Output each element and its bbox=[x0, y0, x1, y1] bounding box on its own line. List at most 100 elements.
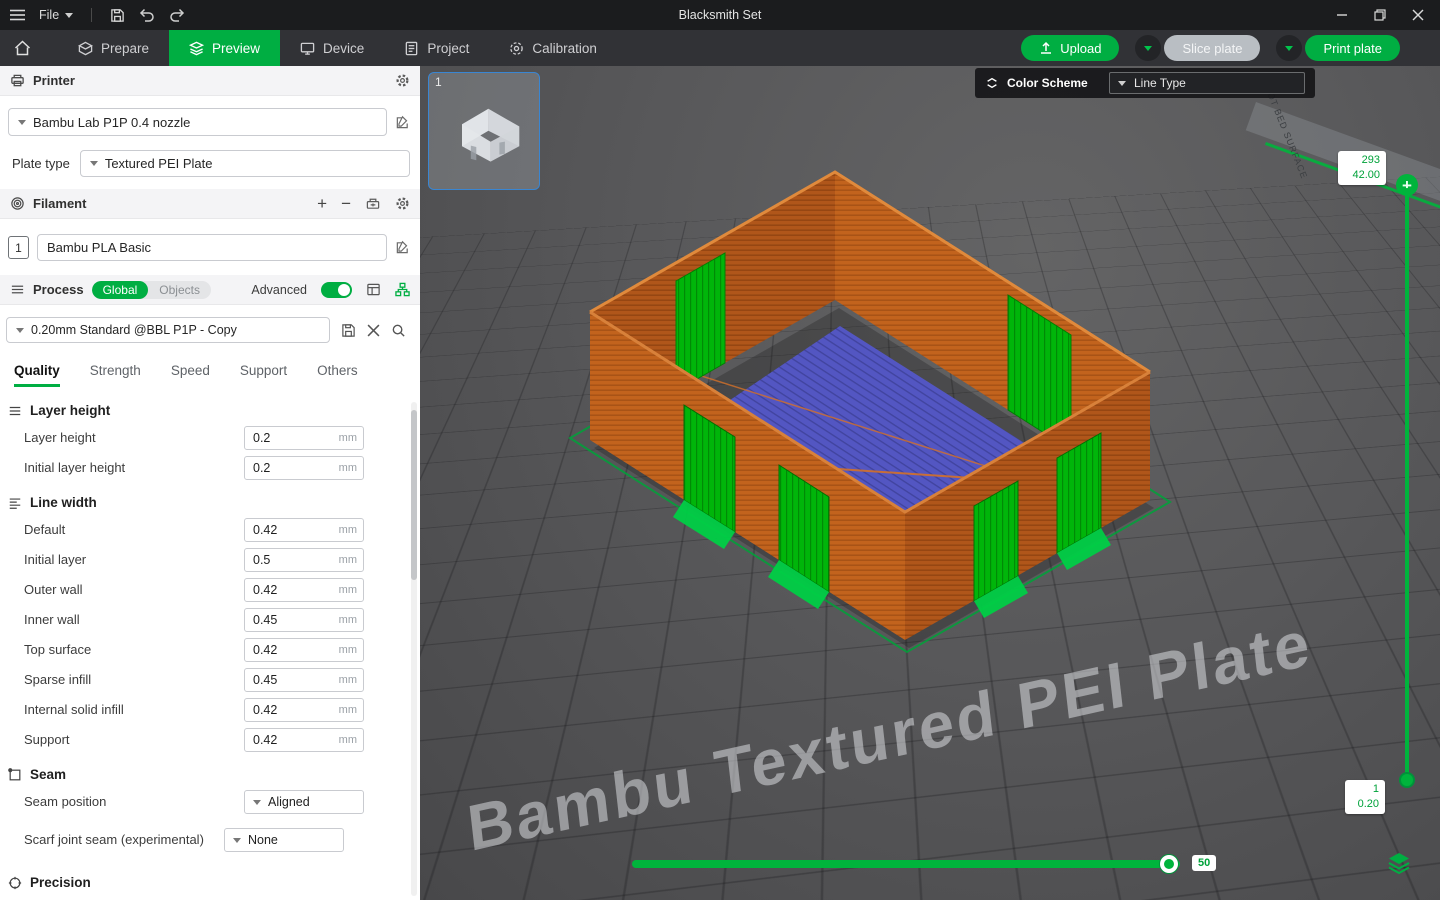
parameter-table-icon[interactable] bbox=[366, 282, 381, 297]
tab-project[interactable]: Project bbox=[384, 30, 489, 66]
upload-button[interactable]: Upload bbox=[1021, 35, 1120, 61]
hamburger-menu-icon[interactable] bbox=[10, 9, 25, 21]
delete-preset-icon[interactable] bbox=[367, 324, 380, 337]
step-slider-handle[interactable] bbox=[1160, 855, 1178, 873]
seam-position-select[interactable]: Aligned bbox=[244, 790, 364, 814]
save-icon[interactable] bbox=[110, 8, 125, 23]
default-line-width-input[interactable] bbox=[253, 523, 335, 537]
layers-view-button[interactable] bbox=[1384, 848, 1414, 878]
tab-others[interactable]: Others bbox=[317, 363, 358, 387]
filament-sync-icon[interactable] bbox=[365, 196, 381, 211]
model-blacksmith-set[interactable] bbox=[420, 66, 1440, 900]
current-layer-height: 0.20 bbox=[1357, 797, 1379, 810]
tab-preview[interactable]: Preview bbox=[169, 30, 281, 66]
close-button[interactable] bbox=[1412, 9, 1424, 21]
param-label: Initial layer bbox=[24, 551, 87, 567]
advanced-toggle[interactable] bbox=[321, 281, 352, 298]
advanced-label: Advanced bbox=[251, 282, 307, 297]
precision-icon bbox=[8, 876, 22, 889]
process-preset-select[interactable]: 0.20mm Standard @BBL P1P - Copy bbox=[6, 317, 330, 343]
initial-layer-height-input[interactable] bbox=[253, 461, 335, 475]
plate-thumbnail[interactable]: 1 bbox=[428, 72, 540, 190]
printer-preset-select[interactable]: Bambu Lab P1P 0.4 nozzle bbox=[8, 108, 387, 136]
objects-structure-icon[interactable] bbox=[395, 282, 410, 297]
settings-sidebar: Printer Bambu Lab P1P 0.4 nozzle Plate t… bbox=[0, 66, 420, 900]
slice-plate-dropdown[interactable] bbox=[1135, 35, 1162, 61]
sidebar-scrollbar[interactable] bbox=[411, 402, 417, 896]
param-row-default: Default mm bbox=[0, 515, 420, 545]
printer-edit-icon[interactable] bbox=[395, 115, 410, 130]
add-filament-button[interactable]: + bbox=[317, 194, 327, 214]
unit-label: mm bbox=[338, 644, 357, 656]
tab-speed[interactable]: Speed bbox=[171, 363, 210, 387]
unit-label: mm bbox=[338, 704, 357, 716]
support-line-width-input[interactable] bbox=[253, 733, 335, 747]
top-surface-line-width-input[interactable] bbox=[253, 643, 335, 657]
print-plate-button[interactable]: Print plate bbox=[1305, 35, 1400, 61]
filament-slot-number[interactable]: 1 bbox=[8, 236, 29, 259]
process-tabs: Quality Strength Speed Support Others bbox=[0, 351, 420, 387]
inner-wall-line-width-input[interactable] bbox=[253, 613, 335, 627]
3d-viewport[interactable]: HOT BED SURFACE Bambu Textured PEI Plate bbox=[420, 66, 1440, 900]
seam-position-value: Aligned bbox=[268, 795, 310, 809]
param-row-layer-height: Layer height mm bbox=[0, 423, 420, 453]
redo-icon[interactable] bbox=[169, 8, 185, 22]
tab-strength[interactable]: Strength bbox=[90, 363, 141, 387]
filament-settings-gear-icon[interactable] bbox=[395, 196, 410, 211]
tab-device[interactable]: Device bbox=[280, 30, 384, 66]
color-scheme-select[interactable]: Line Type bbox=[1109, 72, 1305, 94]
tab-quality[interactable]: Quality bbox=[14, 363, 60, 387]
slice-plate-group: Slice plate bbox=[1135, 35, 1261, 61]
tab-prepare[interactable]: Prepare bbox=[58, 30, 169, 66]
toggle-knob bbox=[338, 283, 350, 296]
param-label: Top surface bbox=[24, 641, 92, 657]
printer-settings-gear-icon[interactable] bbox=[395, 73, 410, 88]
param-label: Internal solid infill bbox=[24, 701, 124, 717]
filament-select[interactable]: Bambu PLA Basic bbox=[37, 234, 387, 261]
main-nav: Prepare Preview Device Project Calibrati… bbox=[0, 30, 1440, 66]
collapse-icon[interactable] bbox=[985, 76, 999, 90]
max-layer-height: 42.00 bbox=[1352, 168, 1380, 181]
restore-button[interactable] bbox=[1374, 9, 1386, 21]
printer-section-title: Printer bbox=[33, 73, 75, 88]
process-scope-switch: Global Objects bbox=[91, 280, 211, 299]
home-tab[interactable] bbox=[0, 30, 44, 66]
group-title: Precision bbox=[30, 875, 91, 890]
slice-plate-button[interactable]: Slice plate bbox=[1164, 35, 1261, 61]
outer-wall-line-width-input[interactable] bbox=[253, 583, 335, 597]
filament-section-title: Filament bbox=[33, 196, 87, 211]
layer-slider-bottom-handle[interactable] bbox=[1399, 772, 1415, 788]
step-slider-value: 50 bbox=[1192, 855, 1217, 871]
scarf-joint-seam-select[interactable]: None bbox=[224, 828, 344, 852]
param-row-top-surface: Top surface mm bbox=[0, 635, 420, 665]
layer-height-input-box: mm bbox=[244, 426, 364, 450]
remove-filament-button[interactable]: − bbox=[341, 194, 351, 214]
scope-global-button[interactable]: Global bbox=[91, 280, 149, 299]
search-icon[interactable] bbox=[391, 323, 406, 338]
scope-objects-button[interactable]: Objects bbox=[148, 281, 211, 299]
plate-type-select[interactable]: Textured PEI Plate bbox=[79, 150, 410, 177]
save-preset-icon[interactable] bbox=[341, 323, 356, 338]
process-section-header: Process Global Objects Advanced bbox=[0, 275, 420, 305]
group-precision: Precision bbox=[0, 869, 420, 895]
param-label: Support bbox=[24, 731, 70, 747]
step-slider-track[interactable] bbox=[632, 860, 1180, 868]
layer-height-input[interactable] bbox=[253, 431, 335, 445]
scrollbar-thumb[interactable] bbox=[411, 410, 417, 580]
layer-slider-track[interactable] bbox=[1405, 188, 1409, 780]
tab-support[interactable]: Support bbox=[240, 363, 287, 387]
undo-icon[interactable] bbox=[139, 8, 155, 22]
filament-row: 1 Bambu PLA Basic bbox=[0, 219, 420, 275]
param-label: Layer height bbox=[24, 429, 96, 445]
minimize-button[interactable] bbox=[1336, 9, 1348, 21]
chevron-down-icon bbox=[253, 799, 261, 805]
plate-type-label: Plate type bbox=[12, 156, 70, 171]
print-plate-dropdown[interactable] bbox=[1276, 35, 1303, 61]
filament-edit-icon[interactable] bbox=[395, 240, 410, 255]
file-menu[interactable]: File bbox=[39, 8, 74, 22]
tab-calibration[interactable]: Calibration bbox=[489, 30, 617, 66]
sparse-infill-line-width-input[interactable] bbox=[253, 673, 335, 687]
internal-solid-infill-line-width-input[interactable] bbox=[253, 703, 335, 717]
process-preset-value: 0.20mm Standard @BBL P1P - Copy bbox=[31, 323, 237, 337]
initial-layer-line-width-input[interactable] bbox=[253, 553, 335, 567]
